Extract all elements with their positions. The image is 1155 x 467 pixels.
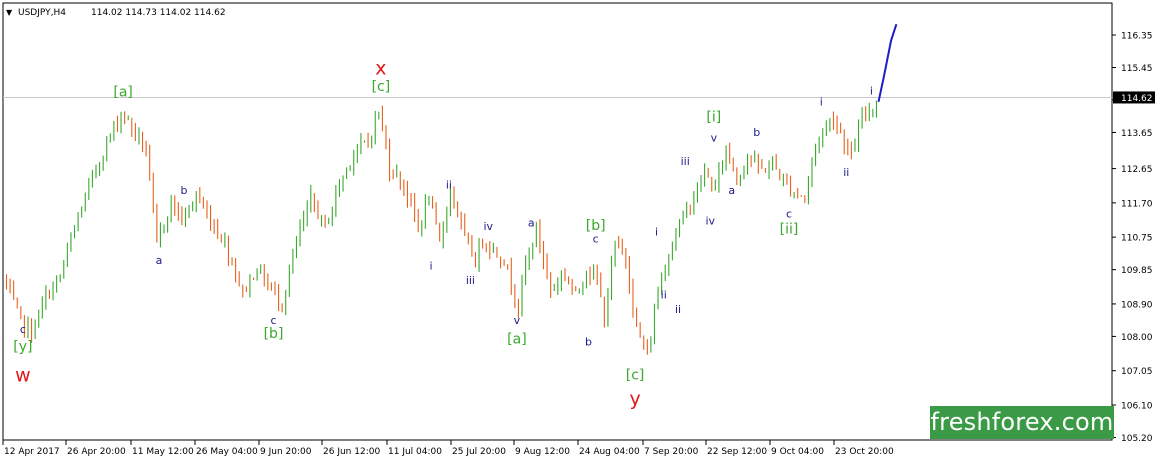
wave-label: [b] [586, 218, 606, 234]
y-tick-label: 107.05 [1121, 367, 1153, 377]
plot-frame [2, 2, 1113, 441]
price-chart[interactable]: w [y] c [a] a b c [b] x [c] i ii iii iv a v [a] b c [b] [c] y… [0, 0, 1155, 462]
wave-label: i [870, 85, 873, 98]
wave-label: iii [466, 274, 475, 287]
y-tick-label: 108.00 [1121, 333, 1153, 343]
x-tick-label: 24 Aug 04:00 [579, 447, 640, 457]
current-price-label: 114.62 [1121, 94, 1153, 104]
wave-label: [a] [113, 84, 133, 100]
y-tick-label: 112.65 [1121, 165, 1153, 175]
wave-label: [a] [507, 332, 527, 348]
wave-label: b [181, 184, 188, 197]
wave-label: ii [446, 178, 452, 191]
x-tick-label: 12 Apr 2017 [4, 447, 60, 457]
y-tick-label: 116.35 [1121, 32, 1153, 42]
symbol-label: USDJPY,H4 [18, 8, 66, 18]
y-tick-label: 108.90 [1121, 300, 1153, 310]
x-tick-label: 9 Oct 04:00 [771, 447, 824, 457]
x-tick-label: 11 May 12:00 [132, 447, 194, 457]
y-tick-label: 109.85 [1121, 266, 1153, 276]
wave-label: [c] [372, 79, 391, 95]
y-tick-label: 115.45 [1121, 64, 1153, 74]
wave-label: v [514, 314, 521, 327]
x-tick-label: 9 Aug 12:00 [515, 447, 570, 457]
y-tick-label: 113.65 [1121, 129, 1153, 139]
wave-label: c [270, 314, 276, 327]
x-tick-label: 26 Apr 20:00 [67, 447, 126, 457]
wave-label: [y] [13, 339, 32, 355]
wave-label: c [593, 233, 599, 246]
freshforex-logo: freshforex.com [930, 406, 1114, 439]
ohlc-values: 114.02 114.73 114.02 114.62 [91, 8, 226, 18]
wave-label: b [585, 335, 592, 348]
wave-label: v [711, 131, 718, 144]
wave-label: w [15, 365, 31, 387]
x-tick-label: 9 Jun 20:00 [260, 447, 312, 457]
wave-label: i [429, 260, 432, 273]
wave-label: ii [661, 289, 667, 302]
wave-label: a [728, 184, 735, 197]
wave-label: c [20, 323, 26, 336]
wave-label: [c] [626, 368, 645, 384]
wave-label: b [753, 126, 760, 139]
x-tick-label: 25 Jul 20:00 [452, 447, 506, 457]
wave-label: c [786, 207, 792, 220]
chart-svg: w[y]c[a]abc[b]x[c]iiiiiiiv av[a] bc[b][c]y… [2, 2, 1155, 457]
x-tick-label: 26 Jun 12:00 [323, 447, 380, 457]
y-tick-label: 111.70 [1121, 199, 1153, 209]
projection-line [877, 23, 898, 103]
wave-label: [i] [706, 110, 721, 126]
wave-label: y [629, 388, 640, 410]
x-tick-label: 11 Jul 04:00 [388, 447, 442, 457]
x-tick-label: 22 Sep 12:00 [707, 447, 767, 457]
dropdown-arrow-icon: ▼ [6, 8, 13, 17]
wave-label: a [156, 254, 163, 267]
wave-label: iii [681, 155, 690, 168]
wave-label: ii [843, 166, 849, 179]
y-tick-label: 106.10 [1121, 402, 1153, 412]
x-tick-label: 23 Oct 20:00 [835, 447, 894, 457]
wave-label: iv [705, 215, 715, 228]
y-tick-label: 110.75 [1121, 234, 1153, 244]
y-tick-label: 105.20 [1121, 434, 1153, 444]
x-tick-label: 7 Sep 20:00 [644, 447, 699, 457]
wave-label: x [375, 58, 386, 80]
wave-label: [b] [264, 326, 284, 342]
wave-label: a [528, 216, 535, 229]
x-tick-label: 26 May 04:00 [196, 447, 258, 457]
wave-label: ii [675, 303, 681, 316]
wave-label: iv [484, 220, 494, 233]
wave-label: i [655, 225, 658, 238]
wave-label: i [820, 95, 823, 108]
wave-label: [ii] [780, 222, 799, 238]
